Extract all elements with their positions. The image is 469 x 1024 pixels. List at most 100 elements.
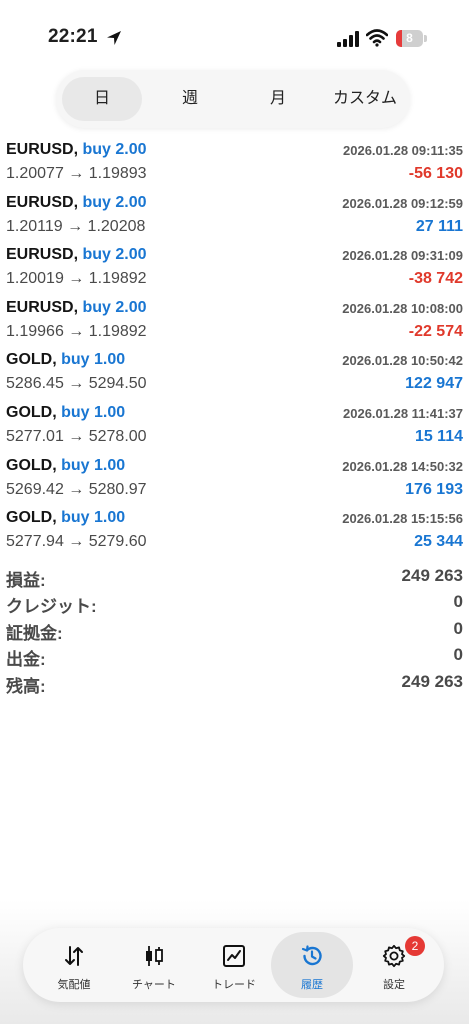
trade-direction: buy 2.00 (82, 246, 147, 264)
trade-profit: -56 130 (408, 165, 463, 182)
trade-direction: buy 1.00 (61, 351, 126, 369)
battery-icon: 8 (396, 30, 428, 47)
trade-direction: buy 1.00 (61, 403, 126, 421)
trade-row[interactable]: GOLD, buy 1.00 2026.01.28 15:15:56 5277.… (0, 506, 469, 559)
battery-level: 8 (406, 31, 413, 45)
trade-symbol: GOLD (6, 509, 53, 527)
nav-label: 履歴 (301, 979, 323, 991)
trade-row[interactable]: EURUSD, buy 2.00 2026.01.28 09:31:09 1.2… (0, 243, 469, 296)
summary-label: クレジット: (6, 597, 97, 617)
trade-open-price: 5286.45 (6, 375, 64, 393)
summary-label: 損益: (6, 571, 46, 590)
trade-datetime: 2026.01.28 15:15:56 (342, 511, 463, 527)
nav-chart[interactable]: チャート (113, 932, 195, 998)
trade-close-price: 1.20208 (87, 217, 146, 235)
trade-row[interactable]: EURUSD, buy 2.00 2026.01.28 09:12:59 1.2… (0, 191, 469, 244)
trade-direction: buy 1.00 (61, 509, 126, 527)
nav-label: チャート (132, 979, 176, 991)
trade-profit: 27 111 (415, 217, 463, 235)
trade-close-price: 5279.60 (88, 533, 147, 551)
trade-direction: buy 2.00 (82, 193, 147, 211)
location-arrow-icon (107, 31, 121, 45)
summary-row-balance: 残高: 249 263 (0, 672, 469, 698)
trade-row[interactable]: GOLD, buy 1.00 2026.01.28 10:50:42 5286.… (0, 348, 469, 401)
trade-direction: buy 2.00 (82, 298, 147, 316)
summary-label: 証拠金: (6, 623, 63, 643)
nav-quotes[interactable]: 気配値 (33, 932, 115, 998)
period-week-tab[interactable]: 週 (148, 77, 232, 121)
candlestick-icon (146, 946, 163, 966)
cellular-signal-icon (337, 31, 359, 47)
summary-row-withdrawal: 出金: 0 (0, 645, 469, 671)
trade-datetime: 2026.01.28 14:50:32 (342, 458, 463, 474)
trade-row[interactable]: EURUSD, buy 2.00 2026.01.28 10:08:00 1.1… (0, 296, 469, 349)
trade-close-price: 5278.00 (88, 427, 147, 445)
trade-open-price: 5269.42 (6, 480, 64, 498)
trade-row[interactable]: GOLD, buy 1.00 2026.01.28 14:50:32 5269.… (0, 454, 469, 507)
trade-profit: 176 193 (405, 480, 463, 498)
trade-close-price: 5294.50 (88, 375, 147, 393)
notification-badge: 2 (405, 936, 425, 956)
trade-symbol: EURUSD (6, 141, 74, 158)
trade-close-price: 1.19892 (88, 322, 147, 340)
trade-datetime: 2026.01.28 09:11:35 (343, 143, 463, 158)
trade-direction: buy 1.00 (61, 456, 126, 474)
summary-row-credit: クレジット: 0 (0, 592, 469, 618)
summary-label: 出金: (6, 650, 46, 670)
period-month-tab[interactable]: 月 (236, 77, 320, 121)
summary-row-profit: 損益: 249 263 (0, 566, 469, 592)
account-summary: 損益: 249 263 クレジット: 0 証拠金: 0 出金: 0 残高: 24… (0, 566, 469, 698)
trade-datetime: 2026.01.28 10:08:00 (342, 300, 463, 316)
trade-profit: 25 344 (414, 533, 463, 551)
trade-open-price: 1.20077 (6, 165, 64, 182)
trade-row[interactable]: GOLD, buy 1.00 2026.01.28 11:41:37 5277.… (0, 401, 469, 454)
trade-symbol: GOLD (6, 403, 53, 421)
summary-row-margin: 証拠金: 0 (0, 619, 469, 645)
summary-value: 0 (453, 645, 463, 665)
trade-datetime: 2026.01.28 09:31:09 (342, 248, 463, 264)
trade-symbol: EURUSD (6, 246, 74, 264)
trade-direction: buy 2.00 (82, 141, 147, 158)
trade-chart-icon (223, 945, 245, 967)
trade-open-price: 5277.01 (6, 427, 64, 445)
trade-profit: 122 947 (405, 375, 463, 393)
trade-symbol: EURUSD (6, 298, 74, 316)
trade-close-price: 1.19892 (88, 270, 147, 288)
period-day-tab[interactable]: 日 (62, 77, 142, 121)
summary-value: 0 (453, 618, 463, 638)
trade-open-price: 5277.94 (6, 533, 64, 551)
trade-datetime: 2026.01.28 09:12:59 (342, 195, 463, 211)
trade-profit: 15 114 (414, 427, 463, 445)
gear-icon (382, 944, 406, 968)
trade-datetime: 2026.01.28 11:41:37 (343, 405, 463, 421)
nav-trade[interactable]: トレード (193, 932, 275, 998)
summary-value: 0 (453, 592, 463, 612)
nav-history[interactable]: 履歴 (271, 932, 353, 998)
trade-close-price: 5280.97 (88, 480, 147, 498)
trade-row[interactable]: EURUSD, buy 2.00 2026.01.28 09:11:35 1.2… (0, 138, 469, 191)
trade-open-price: 1.20119 (6, 217, 63, 235)
trade-open-price: 1.19966 (6, 322, 64, 340)
nav-settings[interactable]: 2 設定 (353, 932, 435, 998)
nav-label: トレード (212, 979, 256, 991)
trade-symbol: GOLD (6, 456, 53, 474)
history-clock-icon (301, 945, 322, 966)
trade-profit: -38 742 (408, 270, 463, 288)
trade-open-price: 1.20019 (6, 270, 64, 288)
summary-value: 249 263 (401, 566, 463, 585)
trade-datetime: 2026.01.28 10:50:42 (342, 353, 463, 369)
bottom-nav: 気配値 チャート トレード 履歴 2 設定 (23, 928, 444, 1002)
period-custom-tab[interactable]: カスタム (322, 77, 408, 121)
trade-history-list: EURUSD, buy 2.00 2026.01.28 09:11:35 1.2… (0, 138, 469, 559)
status-bar: 22:21 8 (0, 0, 469, 64)
period-selector: 日 週 月 カスタム (56, 70, 410, 128)
trade-close-price: 1.19893 (88, 165, 147, 182)
trade-profit: -22 574 (408, 322, 463, 340)
status-time: 22:21 (48, 26, 98, 47)
trade-symbol: GOLD (6, 351, 53, 369)
wifi-icon (366, 29, 388, 47)
quotes-arrows-icon (65, 946, 83, 966)
nav-label: 設定 (383, 979, 405, 991)
summary-value: 249 263 (401, 671, 463, 691)
summary-label: 残高: (6, 676, 46, 696)
